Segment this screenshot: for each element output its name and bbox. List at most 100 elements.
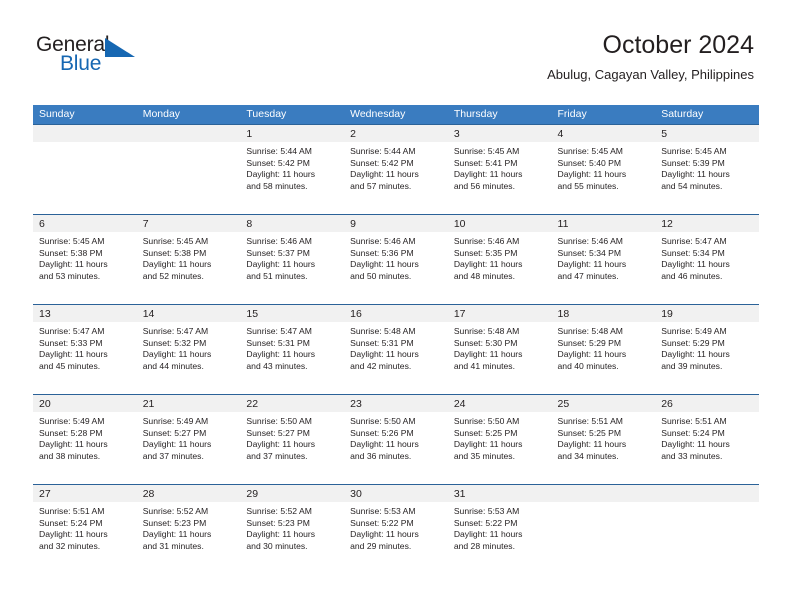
- sunset-text: Sunset: 5:25 PM: [557, 427, 622, 438]
- day-cell-13[interactable]: Sunrise: 5:47 AM Sunset: 5:33 PM Daylight:…: [33, 322, 137, 394]
- day-cell-22[interactable]: Sunrise: 5:50 AM Sunset: 5:27 PM Daylight:…: [240, 412, 344, 484]
- week-body-row: Sunrise: 5:47 AM Sunset: 5:33 PM Daylight:…: [33, 322, 759, 394]
- day-cell-23[interactable]: Sunrise: 5:50 AM Sunset: 5:26 PM Daylight:…: [344, 412, 448, 484]
- day-number-14[interactable]: 14: [137, 305, 241, 322]
- day-cell-21[interactable]: Sunrise: 5:49 AM Sunset: 5:27 PM Daylight:…: [137, 412, 241, 484]
- sunrise-text: Sunrise: 5:47 AM: [39, 326, 105, 336]
- day-number-15[interactable]: 15: [240, 305, 344, 322]
- daylight-text-line2: and 37 minutes.: [246, 450, 308, 461]
- weekday-header-friday: Friday: [557, 108, 587, 120]
- title-block: October 2024 Abulug, Cagayan Valley, Phi…: [547, 30, 754, 83]
- day-cell-empty: [552, 502, 656, 574]
- day-cell-1[interactable]: Sunrise: 5:44 AM Sunset: 5:42 PM Daylight:…: [240, 142, 344, 214]
- daylight-text-line1: Daylight: 11 hours: [350, 349, 419, 360]
- day-number-24[interactable]: 24: [448, 395, 552, 412]
- daylight-text-line1: Daylight: 11 hours: [453, 439, 523, 450]
- day-cell-4[interactable]: Sunrise: 5:45 AM Sunset: 5:40 PM Daylight:…: [552, 142, 656, 214]
- day-number-30[interactable]: 30: [344, 485, 448, 502]
- sunset-text: Sunset: 5:38 PM: [39, 247, 103, 258]
- day-number-18[interactable]: 18: [552, 305, 656, 322]
- sunset-text: Sunset: 5:24 PM: [39, 517, 103, 528]
- day-number-28[interactable]: 28: [137, 485, 241, 502]
- sunset-text: Sunset: 5:30 PM: [453, 337, 518, 348]
- sunset-text: Sunset: 5:41 PM: [453, 157, 518, 168]
- sunset-text: Sunset: 5:37 PM: [246, 247, 310, 258]
- day-cell-9[interactable]: Sunrise: 5:46 AM Sunset: 5:36 PM Daylight:…: [344, 232, 448, 304]
- day-number-23[interactable]: 23: [344, 395, 448, 412]
- day-number-19[interactable]: 19: [655, 305, 759, 322]
- daylight-text-line1: Daylight: 11 hours: [557, 439, 627, 450]
- day-cell-16[interactable]: Sunrise: 5:48 AM Sunset: 5:31 PM Daylight:…: [344, 322, 448, 394]
- daylight-text-line2: and 47 minutes.: [557, 270, 619, 281]
- day-cell-7[interactable]: Sunrise: 5:45 AM Sunset: 5:38 PM Daylight:…: [137, 232, 241, 304]
- day-cell-18[interactable]: Sunrise: 5:48 AM Sunset: 5:29 PM Daylight:…: [552, 322, 656, 394]
- day-number-29[interactable]: 29: [240, 485, 344, 502]
- day-number-31[interactable]: 31: [448, 485, 552, 502]
- day-number-4[interactable]: 4: [552, 125, 656, 142]
- day-cell-30[interactable]: Sunrise: 5:53 AM Sunset: 5:22 PM Daylight:…: [344, 502, 448, 574]
- daylight-text-line2: and 57 minutes.: [350, 180, 412, 191]
- sunrise-text: Sunrise: 5:46 AM: [453, 236, 520, 246]
- daylight-text-line2: and 28 minutes.: [453, 540, 515, 551]
- daylight-text-line2: and 48 minutes.: [453, 270, 515, 281]
- day-cell-6[interactable]: Sunrise: 5:45 AM Sunset: 5:38 PM Daylight:…: [33, 232, 137, 304]
- day-number-11[interactable]: 11: [552, 215, 656, 232]
- sunset-text: Sunset: 5:40 PM: [557, 157, 622, 168]
- day-cell-3[interactable]: Sunrise: 5:45 AM Sunset: 5:41 PM Daylight:…: [448, 142, 552, 214]
- day-cell-10[interactable]: Sunrise: 5:46 AM Sunset: 5:35 PM Daylight:…: [448, 232, 552, 304]
- general-blue-logo: General Blue: [36, 34, 156, 84]
- day-number-16[interactable]: 16: [344, 305, 448, 322]
- sunrise-text: Sunrise: 5:45 AM: [142, 236, 209, 246]
- day-number-10[interactable]: 10: [448, 215, 552, 232]
- day-cell-12[interactable]: Sunrise: 5:47 AM Sunset: 5:34 PM Daylight:…: [655, 232, 759, 304]
- day-cell-17[interactable]: Sunrise: 5:48 AM Sunset: 5:30 PM Daylight:…: [448, 322, 552, 394]
- day-cell-8[interactable]: Sunrise: 5:46 AM Sunset: 5:37 PM Daylight:…: [240, 232, 344, 304]
- daylight-text-line1: Daylight: 11 hours: [350, 439, 419, 450]
- day-cell-26[interactable]: Sunrise: 5:51 AM Sunset: 5:24 PM Daylight:…: [655, 412, 759, 484]
- day-cell-29[interactable]: Sunrise: 5:52 AM Sunset: 5:23 PM Daylight:…: [240, 502, 344, 574]
- daylight-text-line1: Daylight: 11 hours: [453, 169, 523, 180]
- weekday-header-sunday: Sunday: [39, 108, 75, 120]
- sunset-text: Sunset: 5:26 PM: [350, 427, 414, 438]
- day-number-20[interactable]: 20: [33, 395, 137, 412]
- day-number-17[interactable]: 17: [448, 305, 552, 322]
- day-number-13[interactable]: 13: [33, 305, 137, 322]
- day-cell-27[interactable]: Sunrise: 5:51 AM Sunset: 5:24 PM Daylight:…: [33, 502, 137, 574]
- day-cell-24[interactable]: Sunrise: 5:50 AM Sunset: 5:25 PM Daylight:…: [448, 412, 552, 484]
- weekday-header-wednesday: Wednesday: [350, 108, 406, 120]
- day-number-22[interactable]: 22: [240, 395, 344, 412]
- day-cell-19[interactable]: Sunrise: 5:49 AM Sunset: 5:29 PM Daylight:…: [655, 322, 759, 394]
- day-number-27[interactable]: 27: [33, 485, 137, 502]
- daylight-text-line1: Daylight: 11 hours: [557, 349, 627, 360]
- weekday-header-tuesday: Tuesday: [246, 108, 287, 120]
- day-number-21[interactable]: 21: [137, 395, 241, 412]
- day-cell-11[interactable]: Sunrise: 5:46 AM Sunset: 5:34 PM Daylight:…: [552, 232, 656, 304]
- sunset-text: Sunset: 5:34 PM: [557, 247, 622, 258]
- day-cell-28[interactable]: Sunrise: 5:52 AM Sunset: 5:23 PM Daylight:…: [137, 502, 241, 574]
- sunrise-text: Sunrise: 5:45 AM: [453, 146, 520, 156]
- day-cell-14[interactable]: Sunrise: 5:47 AM Sunset: 5:32 PM Daylight:…: [137, 322, 241, 394]
- sunrise-text: Sunrise: 5:45 AM: [39, 236, 105, 246]
- day-number-9[interactable]: 9: [344, 215, 448, 232]
- daylight-text-line2: and 45 minutes.: [39, 360, 101, 371]
- day-number-5[interactable]: 5: [655, 125, 759, 142]
- day-number-8[interactable]: 8: [240, 215, 344, 232]
- day-number-2[interactable]: 2: [344, 125, 448, 142]
- day-cell-25[interactable]: Sunrise: 5:51 AM Sunset: 5:25 PM Daylight:…: [552, 412, 656, 484]
- sunrise-text: Sunrise: 5:46 AM: [557, 236, 623, 246]
- daylight-text-line1: Daylight: 11 hours: [661, 259, 730, 270]
- page-header: General Blue October 2024 Abulug, Cagaya…: [0, 0, 792, 100]
- day-number-7[interactable]: 7: [137, 215, 241, 232]
- day-number-1[interactable]: 1: [240, 125, 344, 142]
- day-number-26[interactable]: 26: [655, 395, 759, 412]
- day-cell-15[interactable]: Sunrise: 5:47 AM Sunset: 5:31 PM Daylight:…: [240, 322, 344, 394]
- day-number-25[interactable]: 25: [552, 395, 656, 412]
- daylight-text-line2: and 39 minutes.: [661, 360, 723, 371]
- day-cell-31[interactable]: Sunrise: 5:53 AM Sunset: 5:22 PM Daylight:…: [448, 502, 552, 574]
- day-number-12[interactable]: 12: [655, 215, 759, 232]
- day-cell-2[interactable]: Sunrise: 5:44 AM Sunset: 5:42 PM Daylight:…: [344, 142, 448, 214]
- day-cell-5[interactable]: Sunrise: 5:45 AM Sunset: 5:39 PM Daylight:…: [655, 142, 759, 214]
- day-cell-20[interactable]: Sunrise: 5:49 AM Sunset: 5:28 PM Daylight:…: [33, 412, 137, 484]
- day-number-6[interactable]: 6: [33, 215, 137, 232]
- day-number-3[interactable]: 3: [448, 125, 552, 142]
